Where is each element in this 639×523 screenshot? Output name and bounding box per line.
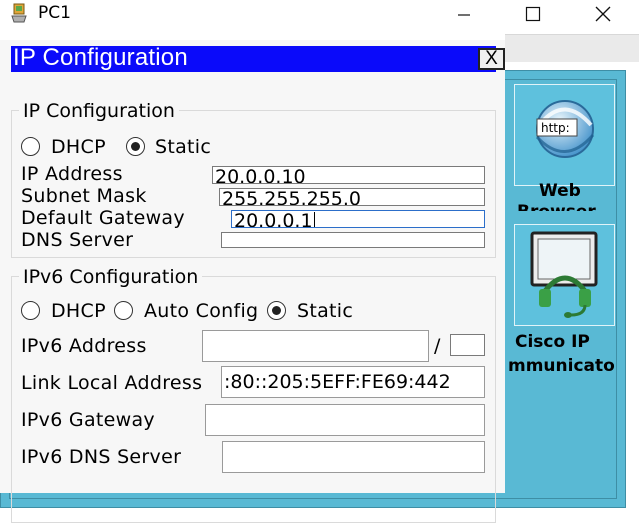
ip-configuration-dialog: IP Configuration X IP Configuration DHCP… [0, 40, 505, 523]
ipv6-address-label: IPv6 Address [21, 335, 147, 357]
ipv6-auto-config-label[interactable]: Auto Config [144, 300, 262, 322]
dns-server-label: DNS Server [21, 229, 134, 251]
dialog-title: IP Configuration [13, 44, 188, 71]
ipv6-static-label[interactable]: Static [297, 300, 353, 322]
maximize-button[interactable] [510, 0, 556, 28]
default-gateway-field[interactable]: 20.0.0.1 [231, 210, 485, 228]
cisco-ip-communicator-tile[interactable] [514, 224, 615, 326]
link-local-address-value: :80::205:5EFF:FE69:442 [224, 371, 451, 393]
subnet-mask-label: Subnet Mask [21, 185, 147, 207]
window-title: PC1 [38, 3, 71, 23]
ipv4-group-title: IP Configuration [19, 100, 179, 122]
default-gateway-value: 20.0.0.1 [234, 210, 313, 228]
link-local-address-label: Link Local Address [21, 372, 203, 394]
web-browser-label[interactable]: Web [539, 181, 581, 201]
ipv4-static-label[interactable]: Static [155, 136, 211, 158]
ipv6-dns-server-field[interactable] [222, 441, 485, 473]
dialog-close-button[interactable]: X [478, 48, 505, 70]
web-browser-http-icon: http: [535, 100, 595, 158]
ipv6-address-field[interactable] [202, 330, 429, 362]
minimize-button[interactable] [441, 0, 487, 28]
ipv6-gateway-field[interactable] [205, 404, 485, 436]
close-icon [595, 6, 611, 22]
ipv4-dhcp-radio[interactable] [21, 137, 40, 156]
window-title-bar: PC1 [0, 0, 639, 30]
ipv6-gateway-label: IPv6 Gateway [21, 409, 155, 431]
text-cursor [313, 212, 315, 227]
minimize-icon [458, 14, 470, 16]
subnet-mask-field[interactable]: 255.255.255.0 [219, 188, 485, 206]
ipv6-group-title: IPv6 Configuration [19, 266, 203, 288]
cisco-ip-communicator-label[interactable]: Cisco IP [515, 332, 590, 352]
ipv6-dhcp-radio[interactable] [21, 301, 40, 320]
cisco-ip-communicator-label-line2[interactable]: mmunicato [508, 356, 615, 376]
maximize-icon [525, 6, 541, 22]
ip-address-label: IP Address [21, 163, 123, 185]
desktop-tab-strip [505, 34, 639, 62]
prefix-separator: / [434, 335, 441, 357]
web-browser-tile[interactable]: http: [514, 84, 615, 186]
dialog-title-bar: IP Configuration X [11, 44, 505, 72]
ipv6-dns-server-label: IPv6 DNS Server [21, 446, 182, 468]
default-gateway-label: Default Gateway [21, 207, 185, 229]
link-local-address-field[interactable]: :80::205:5EFF:FE69:442 [221, 366, 485, 398]
ipv6-dhcp-label[interactable]: DHCP [51, 300, 106, 322]
dns-server-field[interactable] [221, 232, 485, 248]
svg-text:http:: http: [541, 121, 570, 135]
pc-app-icon [11, 3, 27, 23]
ipv6-static-radio[interactable] [267, 301, 286, 320]
ipv4-dhcp-label[interactable]: DHCP [51, 136, 106, 158]
ipv6-auto-config-radio[interactable] [114, 301, 133, 320]
window-close-button[interactable] [580, 0, 626, 28]
ipv6-prefix-field[interactable] [450, 334, 485, 356]
ipv4-static-radio[interactable] [126, 137, 145, 156]
web-browser-label-line2[interactable]: Browser [517, 202, 596, 211]
cisco-ip-communicator-icon [530, 231, 598, 318]
ip-address-field[interactable]: 20.0.0.10 [212, 166, 485, 184]
